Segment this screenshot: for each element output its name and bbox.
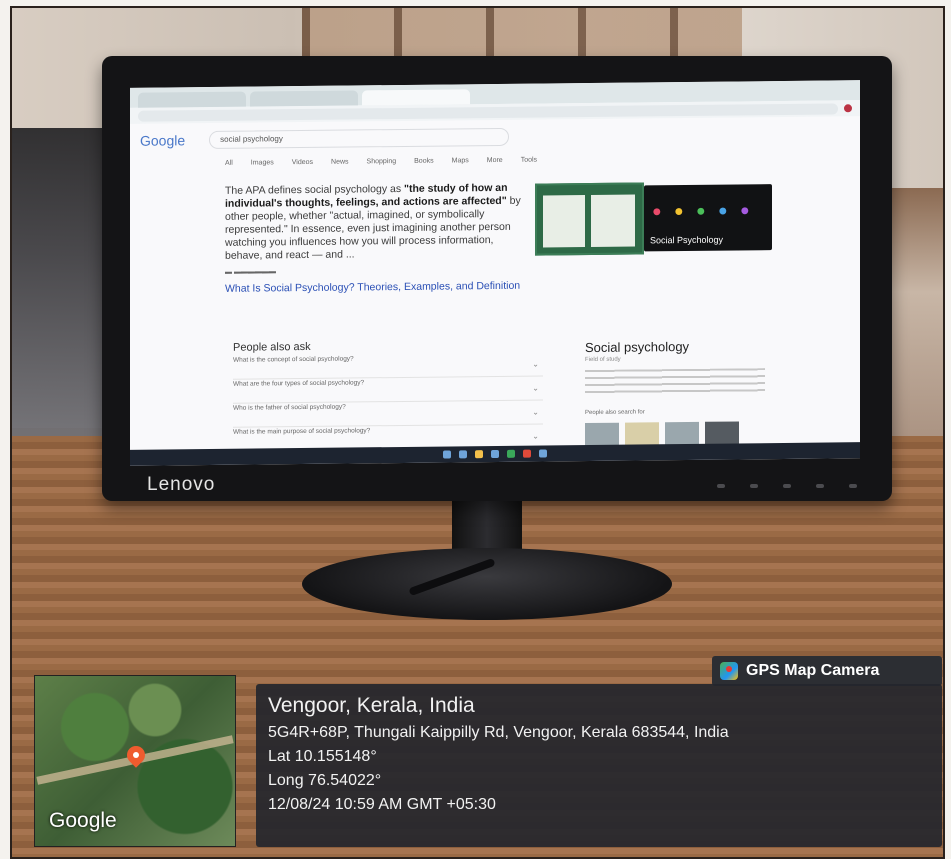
person-figure-icon: ●: [718, 202, 728, 220]
chevron-down-icon: ⌄: [532, 431, 539, 441]
person-figure-icon: ●: [652, 203, 662, 221]
monitor-screen: Google social psychology All Images Vide…: [130, 80, 860, 466]
browser-tab-active: [362, 89, 470, 106]
taskbar-app-icon: [459, 450, 467, 459]
browser-tab: [250, 90, 358, 107]
people-also-search: People also search for: [585, 409, 645, 417]
search-filters: All Images Videos News Shopping Books Ma…: [225, 157, 537, 167]
snippet-image-infographic: [535, 182, 644, 256]
taskbar-app-icon: [539, 449, 547, 458]
background-chair: [12, 128, 112, 448]
person-figure-icon: ●: [696, 202, 706, 220]
browser-tab: [138, 91, 246, 108]
knowledge-panel-title: Social psychology: [585, 338, 690, 356]
knowledge-panel-subtitle: Field of study: [585, 356, 621, 364]
chevron-down-icon: ⌄: [532, 407, 539, 417]
filter-tab: More: [486, 156, 503, 165]
result-title-link: What Is Social Psychology? Theories, Exa…: [225, 279, 521, 295]
gps-map-camera-icon: [720, 662, 738, 680]
filter-tab: Videos: [291, 158, 314, 167]
filter-tab: Images: [250, 159, 274, 167]
monitor-buttons: [717, 484, 857, 490]
snippet-source: ▬ ▬▬▬▬▬▬: [225, 268, 276, 276]
map-google-label: Google: [49, 809, 117, 832]
taskbar-app-icon: [491, 449, 499, 459]
knowledge-panel-text: [585, 368, 765, 397]
google-logo: Google: [140, 132, 186, 149]
image-caption: Social Psychology: [650, 234, 724, 246]
taskbar-app-icon: [523, 449, 531, 458]
google-header: Google social psychology: [140, 127, 510, 150]
filter-tab: Tools: [520, 156, 538, 164]
latitude: Lat 10.155148°: [268, 748, 377, 765]
photo: Google social psychology All Images Vide…: [10, 6, 945, 859]
filter-tab: Books: [414, 157, 434, 165]
people-also-ask-title: People also ask: [233, 340, 311, 354]
filter-tab: News: [331, 158, 349, 166]
monitor: Google social psychology All Images Vide…: [102, 56, 892, 501]
filter-tab: Shopping: [366, 158, 397, 166]
place-name: Vengoor, Kerala, India: [268, 694, 475, 717]
person-figure-icon: ●: [740, 202, 750, 220]
monitor-brand-logo: Lenovo: [147, 474, 216, 495]
person-figure-icon: ●: [674, 203, 684, 221]
snippet-image-social-psychology: ● ● ● ● ● Social Psychology: [644, 184, 772, 252]
profile-avatar-icon: [844, 104, 852, 113]
snippet-prefix: The APA defines social psychology as: [225, 182, 404, 197]
address: 5G4R+68P, Thungali Kaippilly Rd, Vengoor…: [268, 724, 729, 741]
datetime: 12/08/24 10:59 AM GMT +05:30: [268, 796, 496, 813]
chevron-down-icon: ⌄: [532, 383, 539, 393]
longitude: Long 76.54022°: [268, 772, 382, 789]
paa-question: Who is the father of social psychology? ⌄: [233, 401, 543, 428]
chrome-icon: [507, 449, 515, 458]
featured-snippet: The APA defines social psychology as "th…: [225, 182, 525, 263]
folder-icon: [475, 450, 483, 459]
gps-app-name: GPS Map Camera: [746, 662, 880, 679]
filter-tab: Maps: [451, 157, 469, 165]
filter-tab: All: [225, 159, 233, 167]
map-thumbnail: Google: [34, 675, 236, 847]
windows-start-icon: [443, 450, 451, 459]
chevron-down-icon: ⌄: [532, 359, 539, 369]
search-box: social psychology: [209, 127, 510, 149]
paa-question: What are the four types of social psycho…: [233, 377, 543, 404]
gps-app-badge: GPS Map Camera: [712, 656, 942, 686]
location-info-panel: Vengoor, Kerala, India 5G4R+68P, Thungal…: [256, 684, 942, 847]
paa-question: What is the concept of social psychology…: [233, 353, 543, 380]
